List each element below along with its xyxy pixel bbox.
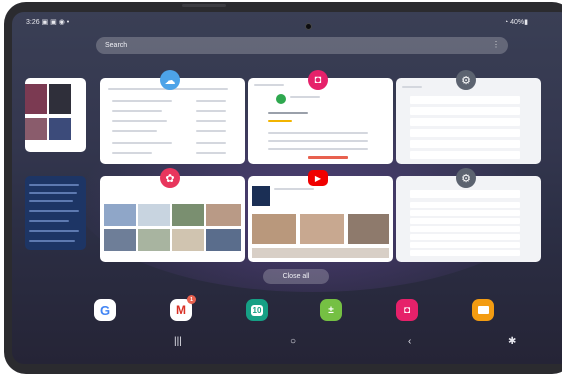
recent-card-partial-1[interactable] (25, 78, 86, 152)
shopping-bag-icon: ◘ (308, 70, 328, 90)
sun-cloud-icon: ☁ (160, 70, 180, 90)
gear-icon: ⚙ (456, 168, 476, 188)
calculator-icon[interactable]: ± (320, 299, 342, 321)
shopping-bag-icon[interactable]: ◘ (396, 299, 418, 321)
search-input[interactable]: Search ⋮ (96, 37, 508, 54)
recent-card-gallery[interactable] (100, 176, 245, 262)
flower-icon: ✿ (160, 168, 180, 188)
wifi-icon: ◔ (503, 19, 509, 26)
more-options-icon[interactable]: ⋮ (492, 40, 500, 49)
gmail-icon[interactable]: M 1 (170, 295, 196, 321)
status-battery: ◔ 40%▮ (503, 19, 528, 26)
status-icons: ▣ ▣ ◉ • (41, 19, 70, 26)
camera-icon (305, 23, 312, 30)
screen: 3:26 ▣ ▣ ◉ • ◔ 40%▮ Search ⋮ ☁ ◘ ⚙ ✿ ▶ ⚙… (12, 12, 562, 364)
close-all-button[interactable]: Close all (263, 269, 329, 284)
google-icon[interactable]: G (94, 299, 116, 321)
recent-card-settings-1[interactable] (396, 78, 541, 164)
power-button (182, 4, 226, 7)
battery-icon: ▮ (524, 19, 528, 26)
back-button[interactable]: ‹ (408, 336, 411, 347)
folder-icon[interactable] (472, 299, 494, 321)
calendar-day: 10 (250, 304, 264, 316)
recent-card-settings-2[interactable] (396, 176, 541, 262)
home-button[interactable]: ○ (290, 336, 296, 347)
play-icon: ▶ (308, 168, 328, 188)
gear-icon: ⚙ (456, 70, 476, 90)
calendar-icon[interactable]: 10 (246, 299, 268, 321)
bezel: 3:26 ▣ ▣ ◉ • ◔ 40%▮ Search ⋮ ☁ ◘ ⚙ ✿ ▶ ⚙… (0, 0, 562, 377)
recent-card-weather[interactable] (100, 78, 245, 164)
recent-card-youtube[interactable] (248, 176, 393, 262)
accessibility-button[interactable]: ✱ (508, 336, 516, 347)
recent-card-partial-2[interactable] (25, 176, 86, 250)
recent-card-galaxy-store[interactable] (248, 78, 393, 164)
notification-badge: 1 (187, 295, 196, 304)
search-placeholder: Search (105, 42, 128, 49)
recents-button[interactable]: ||| (174, 336, 182, 347)
status-time: 3:26 ▣ ▣ ◉ • (26, 19, 70, 26)
